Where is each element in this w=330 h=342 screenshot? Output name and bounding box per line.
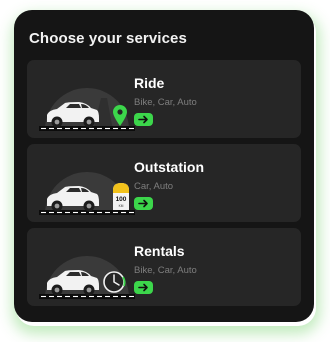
outstation-go-button[interactable] (134, 197, 153, 210)
service-label-outstation: Outstation (134, 159, 204, 175)
service-card-rentals[interactable]: Rentals Bike, Car, Auto (27, 228, 301, 306)
service-subtitle-ride: Bike, Car, Auto (134, 97, 197, 108)
service-subtitle-outstation: Car, Auto (134, 181, 174, 192)
services-panel: Choose your services Ride Bike, Car, Aut… (14, 10, 314, 322)
milestone-icon: 100 KM (113, 183, 129, 210)
ride-illustration (39, 88, 135, 131)
outstation-illustration: 100 KM (39, 172, 135, 215)
ride-go-button[interactable] (134, 113, 153, 126)
service-label-rentals: Rentals (134, 243, 185, 259)
service-card-ride[interactable]: Ride Bike, Car, Auto (27, 60, 301, 138)
arrow-right-icon (138, 115, 148, 124)
arrow-right-icon (138, 283, 148, 292)
milestone-value: 100 (116, 196, 127, 203)
milestone-unit: KM (119, 204, 124, 208)
service-subtitle-rentals: Bike, Car, Auto (134, 265, 197, 276)
rentals-go-button[interactable] (134, 281, 153, 294)
service-label-ride: Ride (134, 75, 165, 91)
services-widget: Choose your services Ride Bike, Car, Aut… (0, 0, 330, 342)
service-card-outstation[interactable]: 100 KM Outstation Car, Auto (27, 144, 301, 222)
arrow-right-icon (138, 199, 148, 208)
panel-title: Choose your services (29, 30, 187, 47)
clock-icon (103, 271, 126, 293)
rentals-illustration (39, 256, 135, 299)
